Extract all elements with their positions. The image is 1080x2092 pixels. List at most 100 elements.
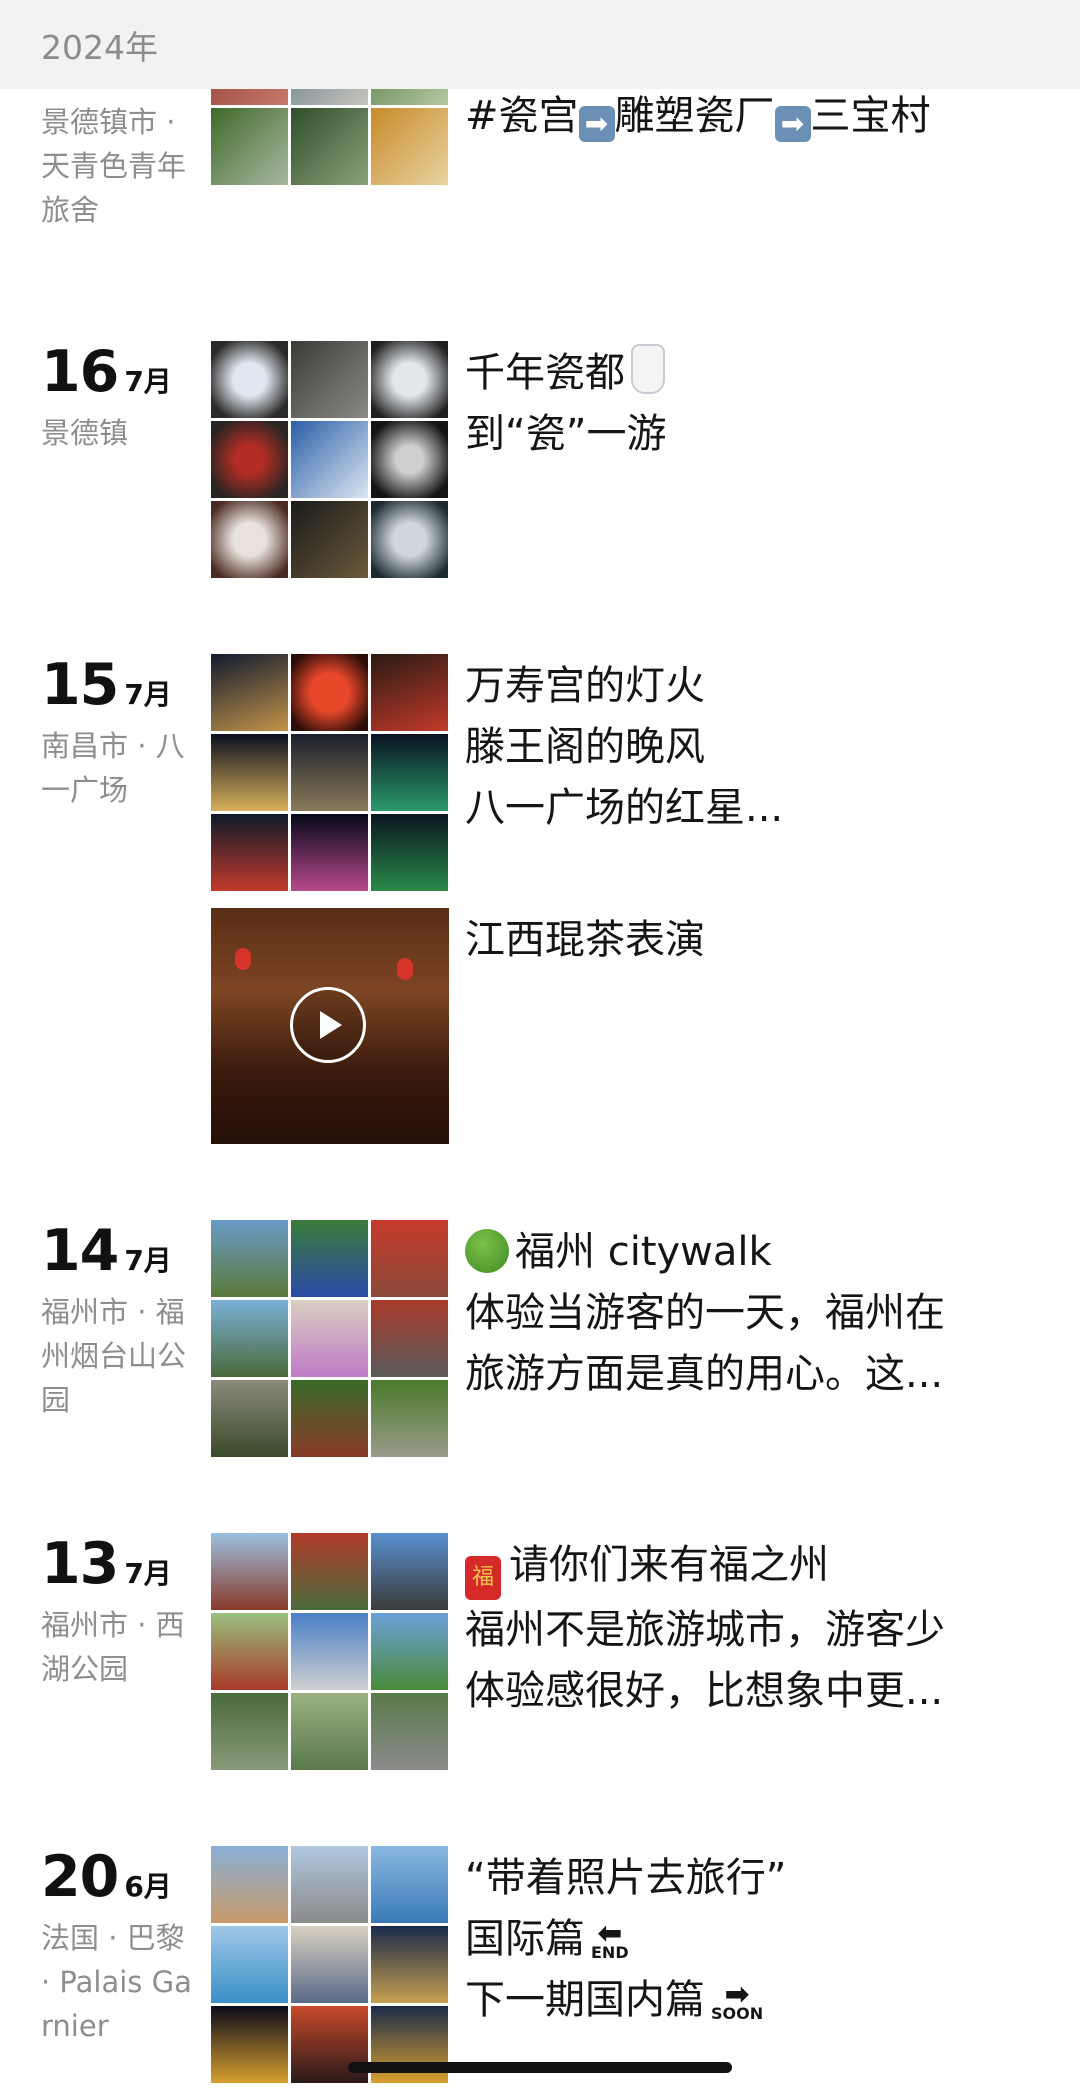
entry-text-line: 万寿宫的灯火 <box>465 663 705 709</box>
year-header: 2024年 <box>0 0 1080 89</box>
photo-thumbnail[interactable] <box>371 1533 448 1610</box>
entry-text: 福请你们来有福之州 福州不是旅游城市，游客少 体验感很好，比想象中更... <box>465 1535 1005 1722</box>
entry-day: 20 <box>41 1844 119 1910</box>
end-arrow-icon: ⬅ END <box>591 1916 629 1962</box>
photo-thumbnail[interactable] <box>291 1693 368 1770</box>
photo-thumbnail[interactable] <box>291 654 368 731</box>
entry-day: 13 <box>41 1531 119 1597</box>
photo-thumbnail[interactable] <box>371 1926 448 2003</box>
entry-location: 南昌市 · 八一广场 <box>41 729 185 807</box>
entry-text: 千年瓷都 到“瓷”一游 <box>465 343 1005 465</box>
photo-thumbnail[interactable] <box>371 1693 448 1770</box>
entry-date: 15 7月 <box>41 657 191 714</box>
entry-day: 15 <box>41 652 119 718</box>
entry-text-line: 到“瓷”一游 <box>465 411 667 457</box>
photo-thumbnail[interactable] <box>211 341 288 418</box>
entry-date: 14 7月 <box>41 1223 191 1280</box>
photo-thumbnail[interactable] <box>211 1300 288 1377</box>
entry-text-line: 千年瓷都 <box>465 343 1005 404</box>
photo-thumbnail[interactable] <box>371 1300 448 1377</box>
photo-thumbnail[interactable] <box>211 1533 288 1610</box>
entry-month: 6月 <box>124 1870 172 1903</box>
photo-thumbnail[interactable] <box>291 814 368 891</box>
entry-text-line: 体验当游客的一天，福州在 <box>465 1290 945 1336</box>
photo-thumbnail[interactable] <box>211 654 288 731</box>
photo-thumbnail[interactable] <box>291 501 368 578</box>
photo-grid[interactable] <box>211 341 449 579</box>
entry-text-line: 国际篇 ⬅ END <box>465 1916 629 1962</box>
entry-month: 7月 <box>124 678 172 711</box>
photo-thumbnail[interactable] <box>211 734 288 811</box>
photo-thumbnail[interactable] <box>371 734 448 811</box>
home-indicator[interactable] <box>348 2062 732 2073</box>
entry-month: 7月 <box>124 1244 172 1277</box>
entry-location: 福州市 · 福州烟台山公园 <box>41 1295 187 1417</box>
photo-thumbnail[interactable] <box>371 1220 448 1297</box>
entry-text-line: 福州 citywalk <box>465 1222 1005 1283</box>
photo-thumbnail[interactable] <box>211 108 288 185</box>
entry-date: 13 7月 <box>41 1536 191 1593</box>
photo-thumbnail[interactable] <box>291 108 368 185</box>
photo-thumbnail[interactable] <box>291 734 368 811</box>
entry-text-line: #瓷宫 ➡ 雕塑瓷厂 ➡ 三宝村 <box>465 93 931 142</box>
photo-thumbnail[interactable] <box>291 1300 368 1377</box>
year-label: 2024年 <box>41 27 158 67</box>
photo-thumbnail[interactable] <box>371 341 448 418</box>
photo-thumbnail[interactable] <box>291 1220 368 1297</box>
photo-thumbnail[interactable] <box>291 1533 368 1610</box>
soon-arrow-icon: ➡ SOON <box>711 1977 764 2023</box>
play-icon[interactable] <box>290 987 366 1063</box>
photo-thumbnail[interactable] <box>371 1380 448 1457</box>
photo-thumbnail[interactable] <box>291 1846 368 1923</box>
right-arrow-badge-icon: ➡ <box>774 106 811 142</box>
entry-text-line: 下一期国内篇 ➡ SOON <box>465 1977 764 2023</box>
photo-thumbnail[interactable] <box>371 421 448 498</box>
photo-thumbnail[interactable] <box>291 1926 368 2003</box>
photo-thumbnail[interactable] <box>211 1613 288 1690</box>
photo-thumbnail[interactable] <box>371 1846 448 1923</box>
right-arrow-badge-icon: ➡ <box>578 106 615 142</box>
entry-day: 16 <box>41 339 119 405</box>
photo-thumbnail[interactable] <box>211 2006 288 2083</box>
entry-location: 法国 · 巴黎 · Palais Garnier <box>41 1921 192 2043</box>
entry-date: 20 6月 <box>41 1849 201 1906</box>
photo-grid[interactable] <box>211 654 449 892</box>
photo-thumbnail[interactable] <box>291 421 368 498</box>
photo-thumbnail[interactable] <box>211 1380 288 1457</box>
photo-thumbnail[interactable] <box>211 1846 288 1923</box>
entry-text-line: 福请你们来有福之州 <box>465 1535 1005 1600</box>
photo-thumbnail[interactable] <box>211 1693 288 1770</box>
entry-date: 16 7月 <box>41 344 191 401</box>
photo-grid[interactable] <box>211 1220 449 1458</box>
photo-thumbnail[interactable] <box>371 814 448 891</box>
entry-text-line: 福州不是旅游城市，游客少 <box>465 1607 945 1653</box>
photo-thumbnail[interactable] <box>371 654 448 731</box>
photo-thumbnail[interactable] <box>291 1613 368 1690</box>
photo-thumbnail[interactable] <box>371 501 448 578</box>
entry-text: 万寿宫的灯火 滕王阁的晚风 八一广场的红星... <box>465 656 1005 839</box>
entry-text: “带着照片去旅行” 国际篇 ⬅ END 下一期国内篇 ➡ SOON <box>465 1848 1005 2031</box>
photo-grid[interactable] <box>211 1846 449 2084</box>
red-envelope-icon: 福 <box>465 1556 501 1600</box>
photo-thumbnail[interactable] <box>211 814 288 891</box>
entry-text: 江西琨茶表演 <box>465 910 1005 971</box>
tree-icon <box>465 1229 509 1273</box>
entry-location: 景德镇 <box>41 416 129 450</box>
video-thumbnail[interactable] <box>211 908 449 1144</box>
photo-thumbnail[interactable] <box>211 501 288 578</box>
photo-thumbnail[interactable] <box>291 1380 368 1457</box>
entry-text-line: 江西琨茶表演 <box>465 917 705 963</box>
entry-text: #瓷宫 ➡ 雕塑瓷厂 ➡ 三宝村 <box>465 86 1005 147</box>
entry-location: 福州市 · 西湖公园 <box>41 1608 185 1686</box>
photo-grid[interactable] <box>211 1533 449 1771</box>
photo-thumbnail[interactable] <box>211 1926 288 2003</box>
entry-text-line: 八一广场的红星... <box>465 785 784 831</box>
photo-thumbnail[interactable] <box>371 1613 448 1690</box>
photo-thumbnail[interactable] <box>211 421 288 498</box>
photo-thumbnail[interactable] <box>211 1220 288 1297</box>
entry-text: 福州 citywalk 体验当游客的一天，福州在 旅游方面是真的用心。这... <box>465 1222 1005 1405</box>
lantern-decoration <box>235 948 251 970</box>
entry-text-line: 体验感很好，比想象中更... <box>465 1668 944 1714</box>
photo-thumbnail[interactable] <box>371 108 448 185</box>
photo-thumbnail[interactable] <box>291 341 368 418</box>
